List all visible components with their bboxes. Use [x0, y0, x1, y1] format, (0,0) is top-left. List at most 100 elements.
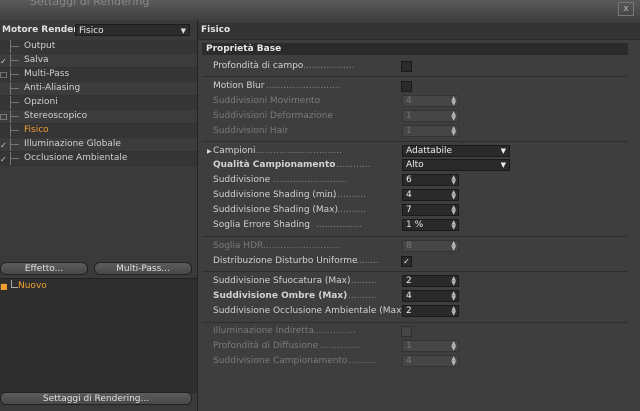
- sampler-label: Campioni: [213, 146, 256, 156]
- render-settings-button[interactable]: Settaggi di Rendering...: [0, 392, 192, 405]
- divider: [202, 141, 628, 142]
- diffuse-depth-label: Profondità di Diffusione: [213, 341, 319, 351]
- dots: ...............: [323, 190, 366, 200]
- ao-max-row: Suddivisione Occlusione Ambientale (Max)…: [198, 304, 640, 318]
- spinner-icon[interactable]: ▲ ▼: [451, 96, 456, 107]
- effect-button[interactable]: Effetto...: [0, 262, 88, 275]
- deform-subdiv-row: Suddivisioni Deformazione 1 ▲ ▼: [198, 109, 640, 123]
- uniform-noise-checkbox[interactable]: ✓: [401, 256, 412, 267]
- ao-max-field[interactable]: 2 ▲ ▼: [402, 305, 459, 317]
- indirect-light-checkbox[interactable]: [401, 326, 412, 337]
- sampling-quality-select[interactable]: Alto ▼: [402, 159, 510, 171]
- spinner-icon[interactable]: ▲ ▼: [451, 291, 456, 302]
- uniform-noise-row: Distribuzione Disturbo Uniforme ........…: [198, 254, 640, 268]
- spinner-icon[interactable]: ▲ ▼: [451, 126, 456, 137]
- uniform-noise-label: Distribuzione Disturbo Uniforme: [213, 256, 358, 266]
- tree-item-label: Occlusione Ambientale: [24, 153, 128, 163]
- section-title: Proprietà Base: [206, 44, 282, 54]
- deform-subdiv-field[interactable]: 1 ▲ ▼: [402, 110, 459, 122]
- spinner-icon[interactable]: ▲ ▼: [451, 276, 456, 287]
- dots: ..................: [303, 61, 355, 71]
- field-value: 4: [406, 356, 412, 366]
- tree-item-opzioni[interactable]: Opzioni: [0, 96, 197, 110]
- spinner-icon[interactable]: ▲ ▼: [451, 306, 456, 317]
- move-subdiv-field[interactable]: 4 ▲ ▼: [402, 95, 459, 107]
- tree-item-label: Multi-Pass: [24, 69, 70, 79]
- tree-check[interactable]: ✓: [0, 139, 7, 150]
- select-value: Alto: [406, 160, 424, 170]
- spinner-icon[interactable]: ▲ ▼: [451, 356, 456, 367]
- tree-item-label: Fisico: [24, 125, 49, 135]
- tree-item-multipass[interactable]: ☐ Multi-Pass: [0, 68, 197, 82]
- field-value: 4: [406, 190, 412, 200]
- tree-item-illuminazione-globale[interactable]: ✓ Illuminazione Globale: [0, 138, 197, 152]
- hair-subdiv-field[interactable]: 1 ▲ ▼: [402, 125, 459, 137]
- field-value: 2: [406, 276, 412, 286]
- tree-item-label: Anti-Aliasing: [24, 83, 81, 93]
- renderer-select[interactable]: Fisico ▼: [75, 24, 190, 36]
- renderer-value: Fisico: [79, 26, 104, 36]
- field-value: 2: [406, 306, 412, 316]
- dots: ........: [356, 256, 379, 266]
- shading-min-field[interactable]: 4 ▲ ▼: [402, 189, 459, 201]
- tree-check[interactable]: ☐: [0, 69, 7, 80]
- tree-item-stereoscopico[interactable]: ☐ Stereoscopico: [0, 110, 197, 124]
- settings-tree: Output ✓ Salva ☐ Multi-Pass Anti-Aliasin…: [0, 40, 197, 166]
- tab-header: Fisico: [198, 23, 640, 40]
- hair-subdiv-label: Suddivisioni Hair: [213, 126, 289, 136]
- dots: ............: [336, 160, 371, 170]
- diffuse-depth-field[interactable]: 1 ▲ ▼: [402, 340, 459, 352]
- hdr-threshold-field[interactable]: 8 ▲ ▼: [402, 240, 459, 252]
- tree-item-occlusione-ambientale[interactable]: ✓ Occlusione Ambientale: [0, 152, 197, 166]
- right-panel: Fisico Proprietà Base Profondità di camp…: [198, 20, 640, 411]
- subdivision-field[interactable]: 6 ▲ ▼: [402, 174, 459, 186]
- tree-check[interactable]: [0, 41, 5, 50]
- field-value: 1: [406, 111, 412, 121]
- spinner-icon[interactable]: ▲ ▼: [451, 175, 456, 186]
- tree-item-antialiasing[interactable]: Anti-Aliasing: [0, 82, 197, 96]
- tab-title: Fisico: [201, 25, 231, 35]
- tree-line: [10, 68, 21, 81]
- close-icon[interactable]: x: [618, 2, 634, 16]
- motion-blur-checkbox[interactable]: [401, 81, 412, 92]
- tree-check[interactable]: [0, 83, 5, 92]
- depth-of-field-checkbox[interactable]: [401, 61, 412, 72]
- sampling-subdiv-field[interactable]: 4 ▲ ▼: [402, 355, 459, 367]
- spinner-icon[interactable]: ▲ ▼: [451, 111, 456, 122]
- blur-max-field[interactable]: 2 ▲ ▼: [402, 275, 459, 287]
- tree-item-label: Stereoscopico: [24, 111, 88, 121]
- tree-line: [10, 138, 21, 151]
- shading-error-field[interactable]: 1 % ▲ ▼: [402, 219, 459, 231]
- preset-item-nuovo[interactable]: Nuovo: [18, 281, 47, 291]
- move-subdiv-row: Suddivisioni Movimento 4 ▲ ▼: [198, 94, 640, 108]
- shading-error-row: Soglia Errore Shading ................ 1…: [198, 218, 640, 232]
- tree-check[interactable]: ✓: [0, 55, 7, 66]
- tree-item-label: Illuminazione Globale: [24, 139, 121, 149]
- spinner-icon[interactable]: ▲ ▼: [451, 220, 456, 231]
- tree-check[interactable]: ☐: [0, 111, 7, 122]
- expand-triangle-icon[interactable]: ▶: [207, 148, 212, 155]
- spinner-icon[interactable]: ▲ ▼: [451, 205, 456, 216]
- multipass-button[interactable]: Multi-Pass...: [94, 262, 192, 275]
- tree-item-output[interactable]: Output: [0, 40, 197, 54]
- spinner-icon[interactable]: ▲ ▼: [451, 341, 456, 352]
- tree-line: [11, 280, 18, 288]
- sampling-subdiv-row: Suddivisione Campionamento .......... 4 ▲…: [198, 354, 640, 368]
- tree-check[interactable]: [0, 125, 5, 134]
- hdr-threshold-row: Soglia HDR ........................... 8…: [198, 239, 640, 253]
- tree-item-fisico[interactable]: Fisico: [0, 124, 197, 138]
- spinner-icon[interactable]: ▲ ▼: [451, 190, 456, 201]
- dots: ..........................: [266, 81, 341, 91]
- shading-min-label: Suddivisione Shading (min): [213, 190, 337, 200]
- tree-check[interactable]: [0, 97, 5, 106]
- spinner-icon[interactable]: ▲ ▼: [451, 241, 456, 252]
- shading-max-field[interactable]: 7 ▲ ▼: [402, 204, 459, 216]
- field-value: 6: [406, 175, 412, 185]
- shadow-max-field[interactable]: 4 ▲ ▼: [402, 290, 459, 302]
- tree-item-salva[interactable]: ✓ Salva: [0, 54, 197, 68]
- tree-check[interactable]: ✓: [0, 153, 7, 164]
- sampler-select[interactable]: Adattabile ▼: [402, 145, 510, 157]
- ao-max-label: Suddivisione Occlusione Ambientale (Max): [213, 306, 405, 316]
- chevron-down-icon: ▼: [500, 161, 506, 169]
- subdivision-label: Suddivisione: [213, 175, 271, 185]
